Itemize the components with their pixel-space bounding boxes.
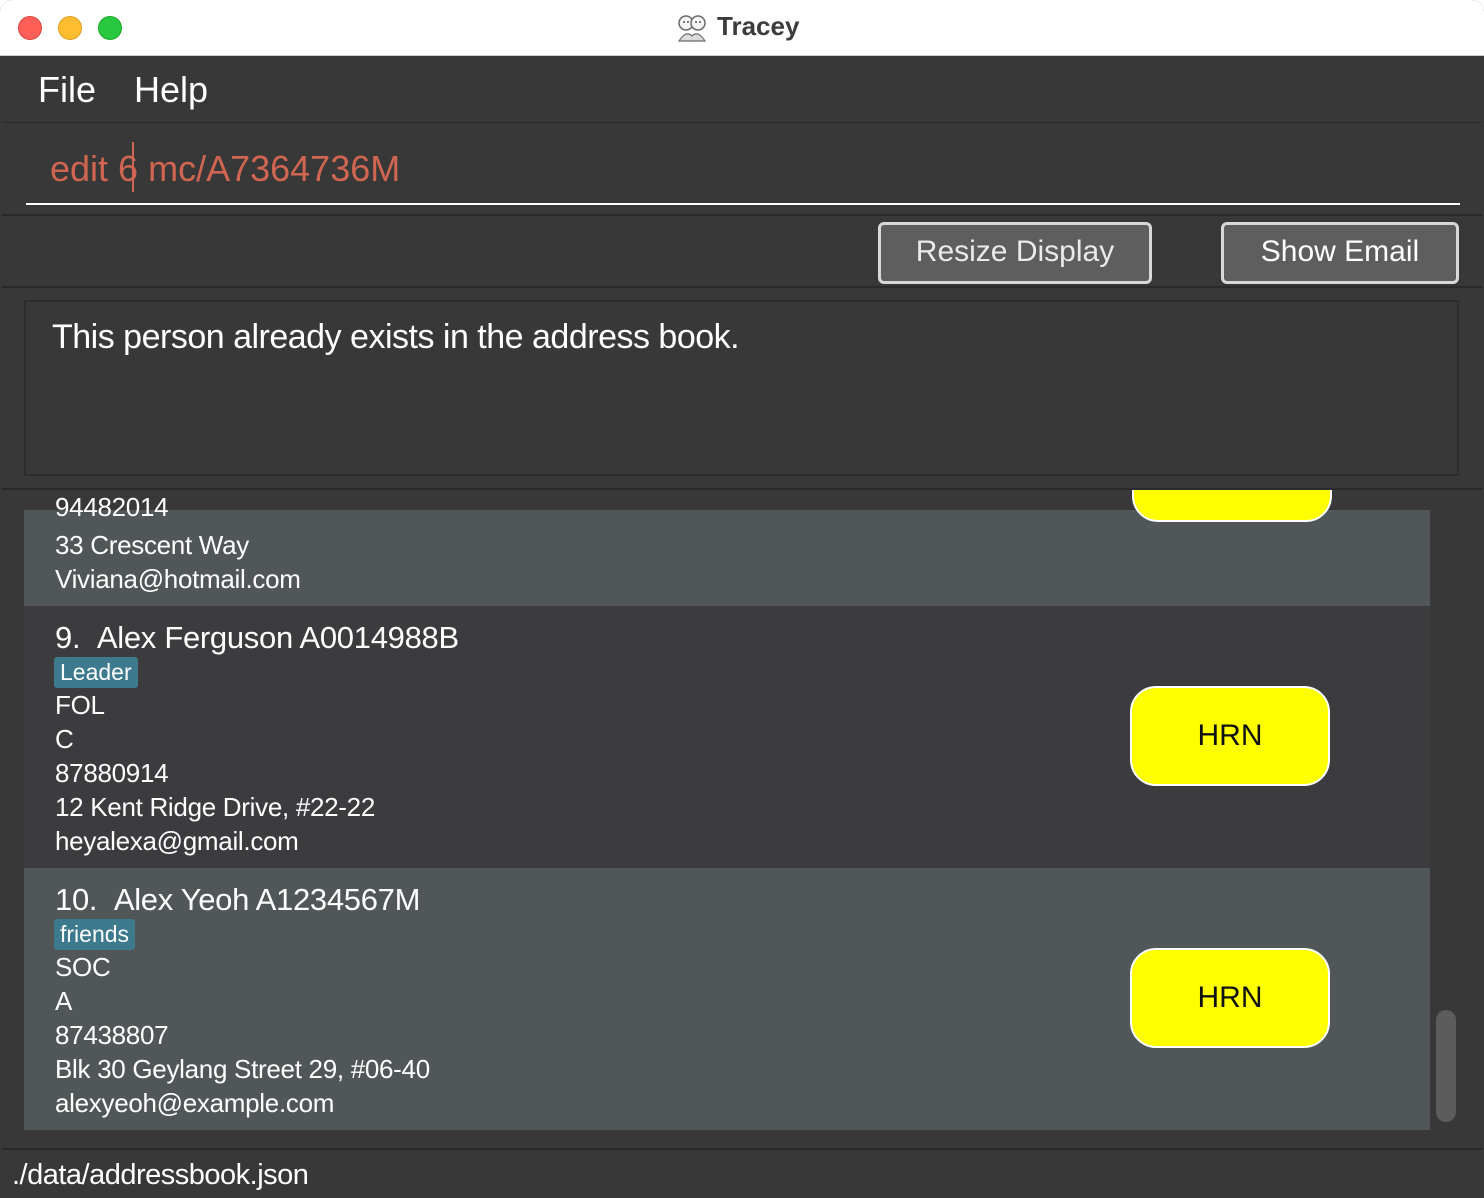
hall-pill: HRN (1130, 948, 1330, 1048)
person-faculty: FOL (55, 690, 105, 720)
menu-file[interactable]: File (38, 69, 96, 111)
minimize-window-button[interactable] (58, 16, 82, 40)
person-address: 12 Kent Ridge Drive, #22-22 (55, 792, 375, 822)
maximize-window-button[interactable] (98, 16, 122, 40)
close-window-button[interactable] (18, 16, 42, 40)
result-message: This person already exists in the addres… (52, 318, 740, 356)
person-vaccination: A (55, 986, 73, 1016)
hall-pill: HRN (1130, 686, 1330, 786)
person-phone: 87438807 (55, 1020, 169, 1050)
person-tag: Leader (54, 657, 138, 688)
command-text-before-caret: edit 6 (50, 148, 139, 189)
window-title: Tracey (717, 11, 800, 41)
title-bar: Tracey (0, 0, 1484, 56)
person-name: Alex Ferguson A0014988B (96, 620, 459, 655)
status-bar: ./data/addressbook.json (2, 1148, 1482, 1198)
person-tag: friends (54, 919, 136, 950)
person-faculty: SOC (55, 952, 111, 982)
text-caret (132, 142, 134, 192)
command-text-after-caret: mc/A7364736M (148, 148, 401, 189)
person-card[interactable]: 94482014 33 Crescent Way Viviana@hotmail… (24, 490, 1430, 606)
person-card[interactable]: 10. Alex Yeoh A1234567M friends SOC A 87… (24, 868, 1430, 1130)
person-index: 10. (55, 882, 98, 917)
tracey-logo-icon (677, 15, 707, 42)
person-address: 33 Crescent Way (55, 530, 249, 560)
person-phone: 87880914 (55, 758, 169, 788)
person-name: Alex Yeoh A1234567M (113, 882, 421, 917)
command-box[interactable]: edit 6 mc/A7364736M (2, 124, 1482, 216)
person-index: 9. (55, 620, 81, 655)
command-input[interactable]: edit 6 mc/A7364736M (50, 148, 400, 190)
show-email-button[interactable]: Show Email (1221, 222, 1459, 284)
person-list[interactable]: 94482014 33 Crescent Way Viviana@hotmail… (2, 488, 1482, 1148)
resize-display-button[interactable]: Resize Display (878, 222, 1152, 284)
person-address: Blk 30 Geylang Street 29, #06-40 (55, 1054, 430, 1084)
person-vaccination: C (55, 724, 74, 754)
result-display: This person already exists in the addres… (24, 300, 1459, 476)
menu-help[interactable]: Help (134, 69, 208, 111)
person-email: alexyeoh@example.com (55, 1088, 335, 1118)
person-card[interactable]: 9. Alex Ferguson A0014988B Leader FOL C … (24, 606, 1430, 868)
menu-bar: File Help (2, 57, 1482, 123)
person-phone: 94482014 (55, 492, 169, 522)
save-file-path: ./data/addressbook.json (12, 1159, 309, 1191)
list-scrollbar-thumb[interactable] (1436, 1010, 1456, 1122)
person-email: Viviana@hotmail.com (55, 564, 301, 594)
person-name-line: 9. Alex Ferguson A0014988B (55, 620, 459, 656)
hall-pill (1132, 490, 1332, 522)
button-bar: Resize Display Show Email (2, 218, 1482, 288)
person-email: heyalexa@gmail.com (55, 826, 299, 856)
app-window: Tracey File Help edit 6 mc/A7364736M Res… (0, 0, 1484, 1198)
person-name-line: 10. Alex Yeoh A1234567M (55, 882, 420, 918)
command-underline (26, 203, 1460, 205)
